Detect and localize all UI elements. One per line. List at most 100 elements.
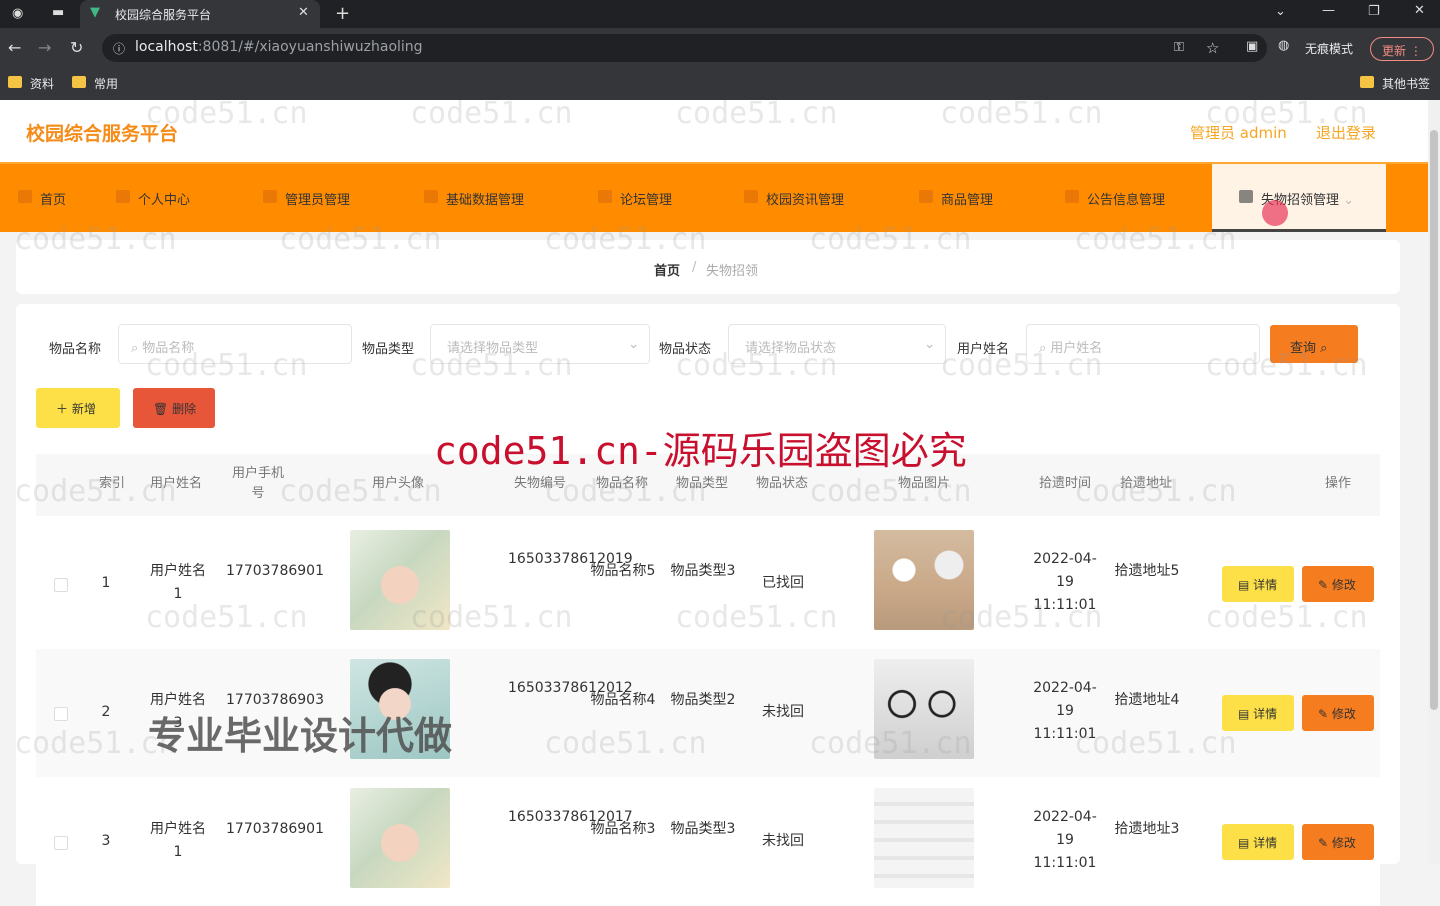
cell-type: 物品类型3 bbox=[670, 821, 736, 837]
query-button[interactable]: 查询 ⌕ bbox=[1270, 325, 1358, 363]
scrollbar-thumb[interactable] bbox=[1430, 130, 1438, 710]
search-icon: ⌕ bbox=[1320, 341, 1328, 356]
minimize-icon[interactable]: — bbox=[1322, 3, 1335, 18]
key-icon[interactable]: ⚿ bbox=[1174, 40, 1184, 55]
cell-time: 2022-04-19 11:11:01 bbox=[1033, 680, 1097, 742]
reload-icon[interactable]: ↻ bbox=[70, 38, 83, 57]
item-status-select[interactable]: 请选择物品状态 ⌄ bbox=[728, 324, 946, 364]
forum-icon bbox=[598, 190, 612, 203]
nav-forum[interactable]: 论坛管理 bbox=[598, 189, 672, 208]
home-icon bbox=[18, 190, 32, 203]
row-checkbox[interactable] bbox=[54, 836, 68, 850]
current-user: 管理员 admin bbox=[1190, 124, 1287, 142]
nav-profile[interactable]: 个人中心 bbox=[116, 189, 190, 208]
detail-button[interactable]: ▤ 详情 bbox=[1222, 824, 1294, 860]
edit-button[interactable]: ✎ 修改 bbox=[1302, 824, 1374, 860]
cell-code: 16503378612017 bbox=[508, 809, 633, 825]
col-addr: 拾遗地址 bbox=[1119, 476, 1172, 491]
bookmark-folder[interactable]: 常用 bbox=[72, 75, 118, 92]
cell-name: 物品名称4 bbox=[590, 692, 656, 708]
cell-phone: 17703786901 bbox=[226, 821, 324, 837]
delete-button[interactable]: 🗑 删除 bbox=[133, 388, 215, 428]
breadcrumb: 首页 / 失物招领 bbox=[16, 240, 1400, 294]
row-checkbox[interactable] bbox=[54, 707, 68, 721]
folder-icon bbox=[1360, 76, 1374, 88]
cell-status: 未找回 bbox=[762, 704, 804, 720]
cell-user: 用户姓名1 bbox=[150, 821, 206, 860]
cell-type: 物品类型3 bbox=[670, 563, 736, 579]
update-button[interactable]: 更新 ⋮ bbox=[1370, 37, 1434, 61]
row-checkbox[interactable] bbox=[54, 578, 68, 592]
news-icon bbox=[744, 190, 758, 203]
cell-index: 1 bbox=[101, 575, 111, 591]
plus-icon: ＋ bbox=[56, 402, 69, 416]
other-bookmarks[interactable]: 其他书签 bbox=[1360, 75, 1430, 92]
sidebar-icon[interactable]: ▣ bbox=[1246, 39, 1258, 54]
breadcrumb-current: 失物招领 bbox=[706, 264, 759, 279]
star-icon[interactable]: ☆ bbox=[1206, 39, 1219, 57]
breadcrumb-home[interactable]: 首页 bbox=[654, 260, 680, 279]
red-watermark: code51.cn-源码乐园盗图必究 bbox=[434, 429, 967, 473]
edit-button[interactable]: ✎ 修改 bbox=[1302, 695, 1374, 731]
col-avatar: 用户头像 bbox=[371, 476, 424, 491]
user-avatar-image bbox=[350, 530, 450, 630]
col-index: 索引 bbox=[98, 476, 125, 491]
user-name-input[interactable]: ⌕ 用户姓名 bbox=[1026, 324, 1260, 364]
forward-icon[interactable]: → bbox=[38, 38, 51, 57]
new-tab-icon[interactable]: + bbox=[335, 3, 350, 24]
item-image bbox=[874, 659, 974, 759]
nav-basic-data[interactable]: 基础数据管理 bbox=[424, 189, 524, 208]
goods-icon bbox=[919, 190, 933, 203]
item-name-input[interactable]: ⌕ 物品名称 bbox=[118, 324, 352, 364]
col-name: 物品名称 bbox=[595, 476, 648, 491]
info-icon[interactable]: ⓘ bbox=[113, 40, 125, 57]
window-icon[interactable]: ▬ bbox=[52, 5, 64, 20]
url-text[interactable]: localhost:8081/#/xiaoyuanshiwuzhaoling bbox=[135, 39, 423, 55]
item-type-select[interactable]: 请选择物品类型 ⌄ bbox=[430, 324, 650, 364]
search-icon: ⌕ bbox=[131, 341, 139, 356]
doc-icon: ▤ bbox=[1238, 836, 1250, 850]
col-code: 失物编号 bbox=[513, 476, 566, 491]
back-icon[interactable]: ← bbox=[8, 38, 21, 57]
edit-button[interactable]: ✎ 修改 bbox=[1302, 566, 1374, 602]
cell-time: 2022-04-19 11:11:01 bbox=[1033, 809, 1097, 871]
col-image: 物品图片 bbox=[897, 476, 950, 491]
tab-close-icon[interactable]: ✕ bbox=[298, 5, 309, 20]
cell-phone: 17703786901 bbox=[226, 563, 324, 579]
nav-admin[interactable]: 管理员管理 bbox=[263, 189, 350, 208]
cell-name: 物品名称3 bbox=[590, 821, 656, 837]
maximize-icon[interactable]: ❐ bbox=[1368, 4, 1380, 19]
user-icon bbox=[116, 190, 130, 203]
close-window-icon[interactable]: ✕ bbox=[1414, 3, 1425, 18]
browser-tab[interactable]: ▼ 校园综合服务平台 ✕ bbox=[80, 0, 320, 28]
tab-search-icon[interactable]: ⌄ bbox=[1275, 4, 1286, 19]
cell-code: 16503378612019 bbox=[508, 551, 633, 567]
vue-logo-icon: ▼ bbox=[90, 5, 100, 20]
page-scrollbar[interactable] bbox=[1428, 100, 1440, 864]
url-bar[interactable]: ⓘ localhost:8081/#/xiaoyuanshiwuzhaoling… bbox=[102, 34, 1267, 62]
nav-lost-found[interactable]: 失物招领管理 ⌄ bbox=[1239, 189, 1354, 208]
col-user: 用户姓名 bbox=[149, 476, 202, 491]
nav-notice[interactable]: 公告信息管理 bbox=[1065, 189, 1165, 208]
admin-icon bbox=[263, 190, 277, 203]
trash-icon: 🗑 bbox=[153, 402, 169, 416]
tab-title: 校园综合服务平台 bbox=[115, 8, 212, 22]
cell-addr: 拾遗地址4 bbox=[1114, 692, 1180, 708]
notice-icon bbox=[1065, 190, 1079, 203]
chevron-down-icon: ⌄ bbox=[628, 337, 639, 352]
col-phone: 用户手机号 bbox=[231, 466, 284, 501]
filter-name-label: 物品名称 bbox=[49, 342, 102, 357]
detail-button[interactable]: ▤ 详情 bbox=[1222, 566, 1294, 602]
filter-user-label: 用户姓名 bbox=[957, 342, 1010, 357]
bookmark-folder[interactable]: 资料 bbox=[8, 75, 54, 92]
filter-type-label: 物品类型 bbox=[362, 342, 415, 357]
incognito-icon: ◍ bbox=[1278, 38, 1290, 53]
nav-goods[interactable]: 商品管理 bbox=[919, 189, 993, 208]
add-button[interactable]: ＋ 新增 bbox=[36, 388, 120, 428]
site-logo[interactable]: 校园综合服务平台 bbox=[26, 119, 178, 146]
detail-button[interactable]: ▤ 详情 bbox=[1222, 695, 1294, 731]
nav-home[interactable]: 首页 bbox=[18, 189, 66, 208]
cell-type: 物品类型2 bbox=[670, 692, 736, 708]
nav-news[interactable]: 校园资讯管理 bbox=[744, 189, 844, 208]
logout-link[interactable]: 退出登录 bbox=[1316, 122, 1376, 143]
